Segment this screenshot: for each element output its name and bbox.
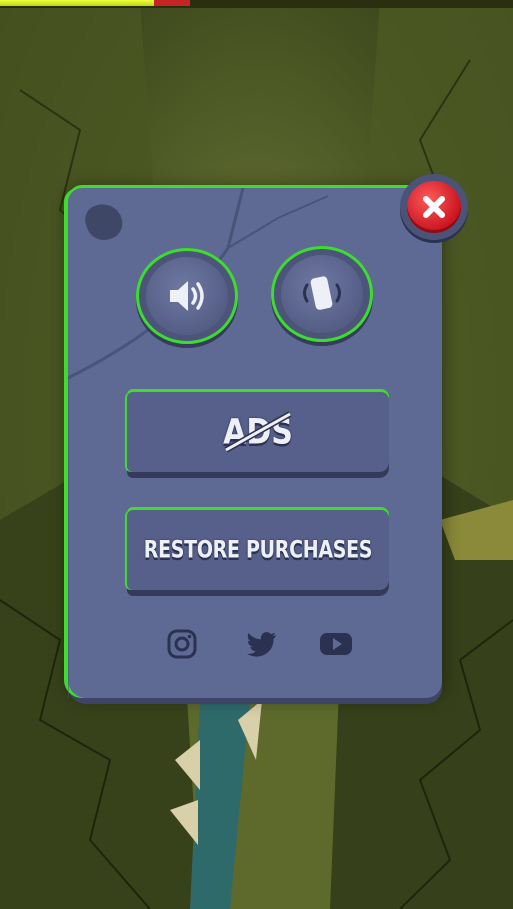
- vibration-button-face: [281, 255, 363, 333]
- panel-decoration: [81, 199, 127, 245]
- sound-toggle-button[interactable]: [136, 248, 238, 344]
- remove-ads-button[interactable]: ADS: [127, 392, 389, 472]
- instagram-icon[interactable]: [164, 626, 200, 662]
- vibration-phone-icon: [303, 276, 341, 310]
- close-button-face: [407, 181, 461, 233]
- youtube-icon[interactable]: [318, 626, 354, 662]
- health-bar-damage: [153, 0, 190, 6]
- twitter-icon[interactable]: [244, 626, 280, 662]
- close-button[interactable]: [400, 174, 468, 240]
- remove-ads-label: ADS: [223, 411, 293, 453]
- restore-purchases-label: RESTORE PURCHASES: [143, 536, 373, 564]
- restore-purchases-button[interactable]: RESTORE PURCHASES: [127, 510, 389, 590]
- health-bar-fill: [0, 0, 154, 6]
- social-links: [160, 626, 360, 666]
- speaker-icon: [170, 281, 204, 311]
- vibration-toggle-button[interactable]: [271, 246, 373, 342]
- health-bar: [0, 0, 513, 8]
- sound-button-face: [146, 257, 228, 335]
- close-x-icon: [423, 196, 445, 218]
